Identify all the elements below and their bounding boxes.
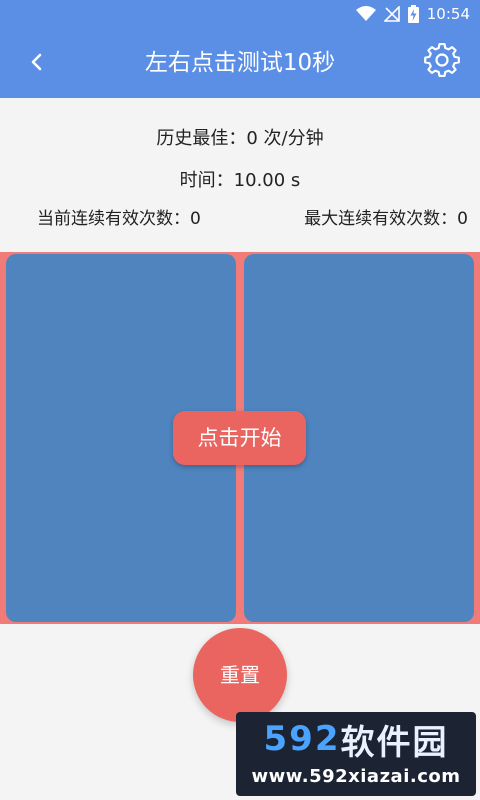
app-bar: 左右点击测试10秒 — [0, 28, 480, 98]
watermark-text: 软件园 — [340, 722, 449, 763]
chevron-left-icon — [30, 52, 44, 76]
watermark-brand: 592 软件园 — [246, 716, 466, 763]
status-time: 10:54 — [426, 5, 470, 23]
gear-icon — [424, 43, 460, 83]
settings-button[interactable] — [422, 43, 462, 83]
timer-text: 时间：10.00 s — [179, 170, 301, 191]
back-button[interactable] — [18, 45, 56, 83]
best-score-text: 历史最佳：0 次/分钟 — [156, 128, 324, 149]
status-bar: 10:54 — [0, 0, 480, 28]
battery-charging-icon — [407, 5, 419, 23]
wifi-icon — [355, 6, 376, 22]
tap-area: 点击开始 — [0, 252, 480, 624]
page-title: 左右点击测试10秒 — [144, 50, 336, 76]
watermark-number: 592 — [263, 719, 341, 759]
reset-button[interactable]: 重置 — [193, 628, 287, 722]
current-streak-text: 当前连续有效次数：0 — [37, 209, 201, 229]
max-streak-text: 最大连续有效次数：0 — [304, 209, 468, 229]
start-button[interactable]: 点击开始 — [173, 411, 306, 465]
watermark-url: www.592xiazai.com — [251, 766, 461, 787]
watermark-logo: 592 软件园 www.592xiazai.com — [236, 712, 476, 796]
streak-row: 当前连续有效次数：0 最大连续有效次数：0 — [0, 204, 480, 229]
no-signal-icon — [383, 6, 400, 22]
app-screen: 10:54 左右点击测试10秒 历史最佳：0 次/分钟 时间：10.00 s 当… — [0, 0, 480, 800]
